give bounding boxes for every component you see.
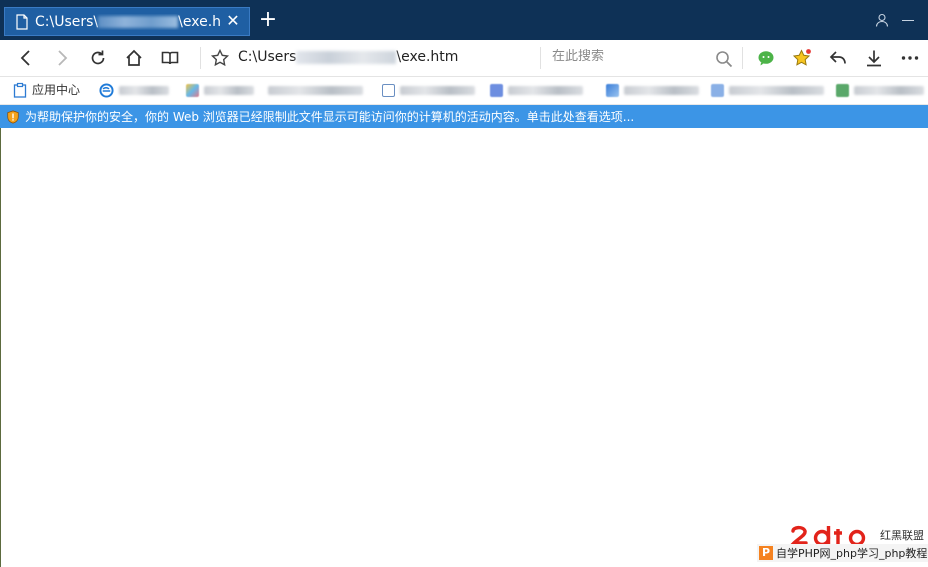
favorites-item[interactable]	[836, 83, 924, 97]
search-input[interactable]	[552, 49, 702, 64]
site-icon	[186, 83, 199, 97]
home-button[interactable]	[124, 48, 144, 68]
site-icon	[490, 83, 503, 97]
favorites-item[interactable]	[382, 83, 475, 97]
security-info-bar[interactable]: 为帮助保护你的安全，你的 Web 浏览器已经限制此文件显示可能访问你的计算机的活…	[0, 105, 928, 128]
favorites-item[interactable]	[186, 83, 254, 97]
star-favorites-icon	[792, 49, 811, 66]
refresh-button[interactable]	[88, 48, 108, 68]
wechat-button[interactable]	[756, 48, 776, 68]
navigation-bar: C:\Users \exe.htm	[0, 40, 928, 77]
redacted-path	[296, 50, 397, 64]
info-bar-message: 为帮助保护你的安全，你的 Web 浏览器已经限制此文件显示可能访问你的计算机的活…	[25, 110, 635, 124]
window-border	[0, 128, 1, 567]
reading-view-button[interactable]	[160, 48, 180, 68]
share-button[interactable]	[828, 48, 848, 68]
home-icon	[126, 49, 142, 66]
wechat-icon	[758, 51, 774, 66]
forward-button[interactable]	[52, 48, 72, 68]
ie-icon	[99, 82, 114, 98]
minimize-button[interactable]	[902, 20, 914, 21]
php-logo-icon: P	[759, 546, 773, 560]
favorites-item[interactable]	[711, 83, 824, 97]
site-icon	[711, 83, 724, 97]
favorites-item[interactable]	[606, 83, 699, 97]
search-button[interactable]	[714, 49, 734, 69]
shield-warning-icon	[7, 110, 19, 123]
page-icon	[382, 83, 395, 97]
favorites-item[interactable]	[490, 83, 583, 97]
tab-close-icon[interactable]: ✕	[225, 13, 241, 29]
site-name: 红黑联盟	[880, 529, 924, 542]
star-outline-icon	[210, 48, 230, 67]
page-icon	[16, 13, 28, 30]
book-icon	[161, 51, 179, 65]
more-button[interactable]	[900, 48, 920, 68]
title-bar: C:\Users\ \exe.h ✕ +	[0, 0, 928, 40]
back-icon	[20, 50, 30, 66]
divider	[200, 47, 201, 69]
favorite-button[interactable]	[210, 48, 230, 68]
user-icon[interactable]	[874, 12, 890, 28]
site-icon	[606, 83, 619, 97]
search-icon	[716, 51, 733, 68]
tab-title: C:\Users\ \exe.h	[35, 13, 222, 30]
site-icon	[836, 83, 849, 97]
forward-icon	[58, 50, 68, 66]
address-bar[interactable]: C:\Users \exe.htm	[238, 49, 458, 65]
divider	[540, 47, 541, 69]
back-button[interactable]	[16, 48, 36, 68]
favorites-hub-button[interactable]	[792, 48, 812, 68]
more-icon	[901, 56, 919, 60]
favorites-item-app-center[interactable]: 应用中心	[12, 81, 80, 98]
new-tab-button[interactable]: +	[258, 9, 278, 31]
favorites-item[interactable]	[99, 82, 169, 98]
watermark-caption: P 自学PHP网_php学习_php教程	[757, 544, 928, 562]
divider	[742, 47, 743, 69]
favorites-bar: 应用中心	[0, 77, 928, 105]
download-button[interactable]	[864, 48, 884, 68]
refresh-icon	[91, 50, 105, 65]
download-icon	[867, 50, 881, 67]
clipboard-icon	[13, 82, 27, 98]
favorites-item[interactable]	[268, 83, 363, 97]
share-back-icon	[829, 51, 846, 64]
tab-active[interactable]: C:\Users\ \exe.h ✕	[4, 7, 250, 36]
favorites-item-label: 应用中心	[32, 83, 81, 97]
